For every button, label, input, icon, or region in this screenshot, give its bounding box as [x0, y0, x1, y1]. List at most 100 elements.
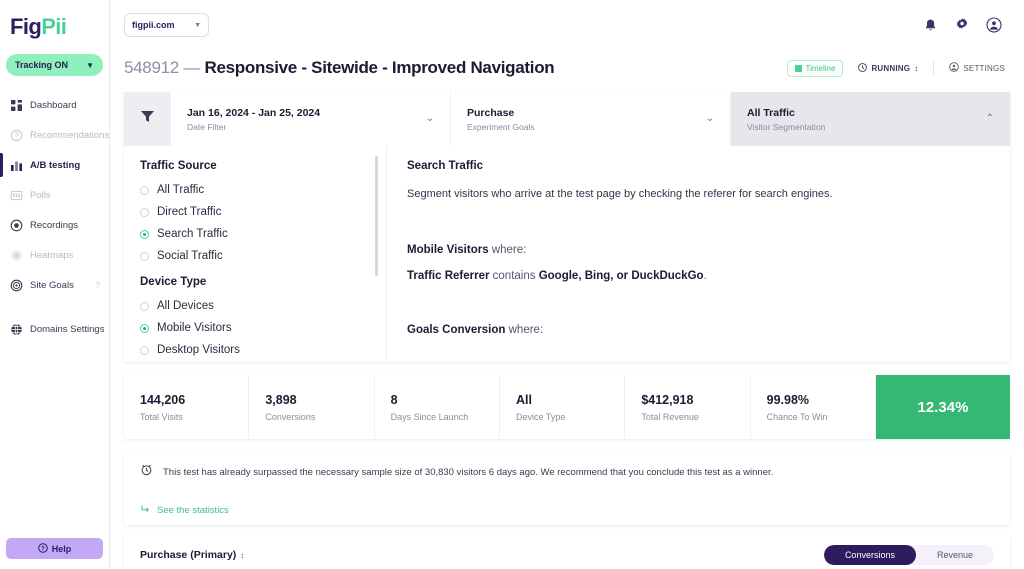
filter-bar: Jan 16, 2024 - Jan 25, 2024 Date Filter … [124, 92, 1010, 146]
segment-option-desktop-visitors[interactable]: Desktop Visitors [140, 339, 386, 361]
stat-conversions: 3,898 Conversions [249, 375, 374, 439]
stat-label: Total Revenue [641, 412, 749, 422]
segment-option-label: All Traffic [157, 184, 204, 196]
tracking-label: Tracking ON [15, 60, 68, 70]
segment-option-label: Social Traffic [157, 250, 223, 262]
segment-rule-3-subject: Goals Conversion [407, 324, 505, 336]
stat-chance-to-win: 99.98% Chance To Win [751, 375, 876, 439]
sidebar-item-dashboard[interactable]: Dashboard [0, 90, 109, 120]
app-root: FigPii Tracking ON ▼ Dashboard Recommend… [0, 0, 1024, 569]
sidebar-item-site-goals[interactable]: Site Goals ? [0, 270, 109, 300]
stat-value: 8 [391, 393, 499, 407]
notice-row: This test has already surpassed the nece… [140, 463, 994, 481]
stat-label: Chance To Win [767, 412, 875, 422]
top-bar-icons [923, 17, 1010, 33]
settings-label: SETTINGS [963, 64, 1005, 73]
sidebar-item-heatmaps[interactable]: Heatmaps [0, 240, 109, 270]
stat-uplift-badge: 12.34% [876, 375, 1010, 439]
segment-value: All Traffic [747, 107, 825, 119]
segment-option-direct-traffic[interactable]: Direct Traffic [140, 201, 386, 223]
radio-icon-selected [140, 230, 149, 239]
segment-option-social-traffic[interactable]: Social Traffic [140, 245, 386, 267]
goals-label: Experiment Goals [467, 122, 535, 132]
stat-days-since-launch: 8 Days Since Launch [375, 375, 500, 439]
gear-icon[interactable] [954, 17, 970, 33]
page-title: 548912 — Responsive - Sitewide - Improve… [124, 58, 554, 78]
timeline-label: Timeline [806, 64, 836, 73]
date-filter-label: Date Filter [187, 122, 320, 132]
stat-label: Days Since Launch [391, 412, 499, 422]
segment-rule-1-subject: Mobile Visitors [407, 244, 489, 256]
stat-label: Conversions [265, 412, 373, 422]
segment-option-all-devices[interactable]: All Devices [140, 295, 386, 317]
visitor-segmentation-cell[interactable]: All Traffic Visitor Segmentation ⌃ [730, 92, 1010, 146]
timeline-button[interactable]: Timeline [787, 60, 844, 77]
sidebar-item-polls[interactable]: Polls [0, 180, 109, 210]
site-selector-value: figpii.com [132, 20, 175, 30]
date-filter-value: Jan 16, 2024 - Jan 25, 2024 [187, 107, 320, 119]
segment-option-label: Desktop Visitors [157, 344, 240, 356]
stat-value: 3,898 [265, 393, 373, 407]
sidebar-item-label: Site Goals [30, 280, 74, 291]
radio-icon [140, 302, 149, 311]
tracking-toggle[interactable]: Tracking ON ▼ [6, 54, 103, 76]
account-icon[interactable] [986, 17, 1002, 33]
experiment-goals-cell[interactable]: Purchase Experiment Goals ⌄ [450, 92, 730, 146]
segment-rule-2-operator: contains [489, 270, 538, 282]
radio-icon-selected [140, 324, 149, 333]
date-filter-cell[interactable]: Jan 16, 2024 - Jan 25, 2024 Date Filter … [170, 92, 450, 146]
chevron-up-icon: ⌃ [986, 114, 994, 124]
help-label: Help [52, 544, 72, 554]
stats-row: 144,206 Total Visits 3,898 Conversions 8… [124, 375, 1010, 439]
sidebar-item-label: Dashboard [30, 100, 76, 111]
logo-part-fig: Fig [10, 14, 41, 39]
filter-funnel-button[interactable] [124, 92, 170, 146]
status-selector[interactable]: RUNNING ↕ [853, 60, 923, 77]
arrow-return-icon [140, 504, 150, 517]
site-selector[interactable]: figpii.com ▼ [124, 13, 209, 37]
sidebar-item-label: Heatmaps [30, 250, 73, 261]
toggle-option-revenue[interactable]: Revenue [916, 545, 994, 565]
sidebar-item-label: Recommendations [30, 130, 109, 141]
stat-value: $412,918 [641, 393, 749, 407]
top-bar: figpii.com ▼ [110, 0, 1024, 50]
segment-option-search-traffic[interactable]: Search Traffic [140, 223, 386, 245]
divider [933, 61, 934, 75]
segment-label: Visitor Segmentation [747, 122, 825, 132]
stat-value: 99.98% [767, 393, 875, 407]
sidebar-item-recommendations[interactable]: Recommendations [0, 120, 109, 150]
settings-person-icon [949, 62, 959, 74]
sidebar-item-ab-testing[interactable]: A/B testing [0, 150, 109, 180]
stat-total-visits: 144,206 Total Visits [124, 375, 249, 439]
main-content: figpii.com ▼ 548912 — Responsive - Sitew… [110, 0, 1024, 569]
stat-value: 144,206 [140, 393, 248, 407]
sidebar-item-domains-settings[interactable]: Domains Settings [0, 314, 109, 344]
segment-option-all-traffic[interactable]: All Traffic [140, 179, 386, 201]
site-goals-help-icon[interactable]: ? [96, 281, 100, 290]
stat-label: Device Type [516, 412, 624, 422]
metric-toggle: Conversions Revenue [824, 545, 994, 565]
help-button[interactable]: ? Help [6, 538, 103, 559]
sidebar-item-label: Domains Settings [30, 324, 104, 335]
stat-total-revenue: $412,918 Total Revenue [625, 375, 750, 439]
radio-icon [140, 346, 149, 355]
uplift-value: 12.34% [918, 399, 969, 416]
segment-option-label: Search Traffic [157, 228, 228, 240]
sort-updown-icon: ↕ [914, 64, 918, 73]
funnel-icon [139, 108, 156, 130]
segment-group-title: Device Type [140, 276, 386, 288]
bell-icon[interactable] [923, 18, 938, 33]
segment-option-label: Direct Traffic [157, 206, 221, 218]
segment-option-mobile-visitors[interactable]: Mobile Visitors [140, 317, 386, 339]
segment-rule-2-value: Google, Bing, or DuckDuckGo [539, 270, 704, 282]
sidebar-item-recordings[interactable]: Recordings [0, 210, 109, 240]
sort-icon[interactable]: ↕ [240, 551, 244, 560]
radio-icon [140, 186, 149, 195]
chevron-down-icon: ⌄ [706, 114, 714, 124]
settings-button[interactable]: SETTINGS [944, 59, 1010, 77]
clock-icon [858, 63, 867, 74]
test-name: Responsive - Sitewide - Improved Navigat… [205, 58, 555, 77]
timeline-icon [795, 65, 802, 72]
toggle-option-conversions[interactable]: Conversions [824, 545, 916, 565]
see-statistics-link[interactable]: See the statistics [140, 504, 994, 517]
